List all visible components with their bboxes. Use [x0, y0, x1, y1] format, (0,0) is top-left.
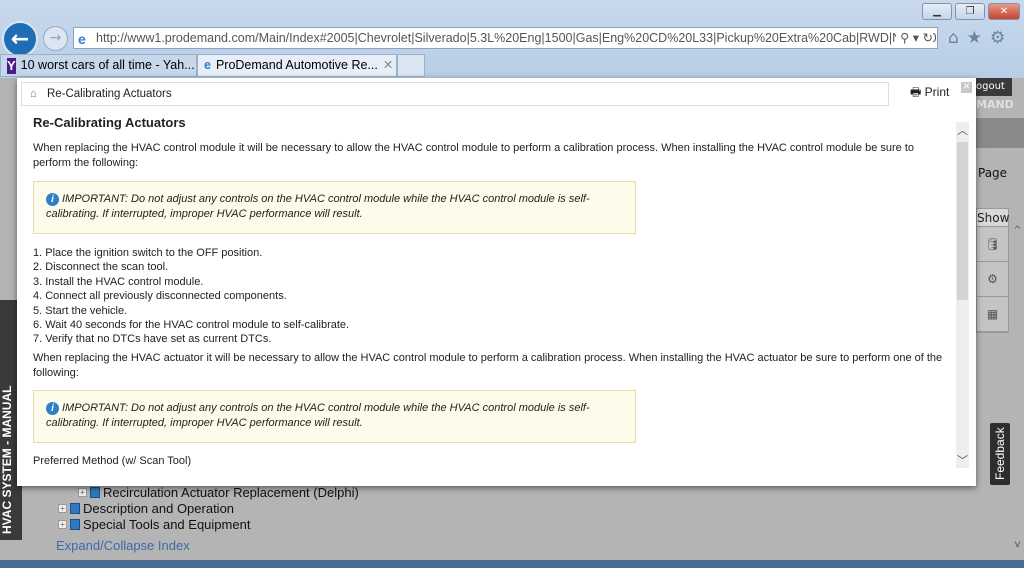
- scroll-down-icon[interactable]: ﹀: [956, 452, 969, 468]
- list-item: 2. Disconnect the scan tool.: [33, 261, 169, 274]
- minimize-button[interactable]: ▁: [922, 3, 952, 20]
- article-content: Re-Calibrating Actuators When replacing …: [33, 114, 957, 476]
- taskbar: [0, 560, 1024, 568]
- method-heading: Preferred Method (w/ Scan Tool): [33, 455, 192, 467]
- modal-scrollbar[interactable]: ︿ ﹀: [956, 122, 969, 468]
- home-icon[interactable]: ⌂: [948, 28, 959, 48]
- new-tab-button[interactable]: [397, 54, 425, 77]
- logout-link[interactable]: ogout: [976, 78, 1012, 96]
- header-band: [976, 118, 1024, 148]
- list-item: 5. Start the vehicle.: [33, 304, 128, 317]
- breadcrumb: ⌂ Re-Calibrating Actuators: [21, 82, 889, 106]
- printer-icon: 🖶: [910, 85, 922, 99]
- address-bar[interactable]: e http://www1.prodemand.com/Main/Index#2…: [73, 27, 938, 49]
- tree-item[interactable]: + Special Tools and Equipment: [58, 516, 359, 532]
- steps-list: 1. Place the ignition switch to the OFF …: [33, 246, 349, 347]
- close-window-button[interactable]: ✕: [988, 3, 1020, 20]
- list-item: 6. Wait 40 seconds for the HVAC control …: [33, 318, 350, 331]
- ie-icon: e: [78, 31, 86, 47]
- info-icon: i: [46, 402, 59, 415]
- brand-logo: MAND: [976, 98, 1014, 111]
- article-title: Re-Calibrating Actuators: [33, 115, 186, 130]
- scroll-thumb[interactable]: [957, 142, 968, 300]
- gear-icon[interactable]: ⚙: [990, 28, 1005, 48]
- article-modal: ⌂ Re-Calibrating Actuators 🖶 Print ✕ Re-C…: [17, 78, 976, 486]
- expand-collapse-link[interactable]: Expand/Collapse Index: [56, 538, 190, 553]
- book-icon: [90, 486, 100, 498]
- url-text: http://www1.prodemand.com/Main/Index#200…: [96, 31, 938, 45]
- close-tab-icon[interactable]: ✕: [383, 55, 393, 76]
- oil-can-icon[interactable]: 🛢: [977, 227, 1008, 262]
- list-item: 4. Connect all previously disconnected c…: [33, 290, 287, 303]
- back-button[interactable]: ←: [2, 21, 38, 57]
- tools-column: Show 🛢 ⚙ ▦: [976, 208, 1009, 333]
- paragraph: When replacing the HVAC actuator it will…: [33, 352, 943, 379]
- tree-item[interactable]: + Recirculation Actuator Replacement (Del…: [78, 484, 359, 500]
- show-button[interactable]: Show: [977, 209, 1009, 227]
- book-icon: [70, 518, 80, 530]
- yahoo-icon: Y: [7, 57, 16, 74]
- close-modal-button[interactable]: ✕: [961, 82, 972, 93]
- calculator-icon[interactable]: ▦: [977, 297, 1008, 332]
- refresh-icon[interactable]: ↻: [923, 31, 933, 45]
- important-note: i IMPORTANT: Do not adjust any controls o…: [33, 181, 636, 234]
- page-label: Page: [978, 166, 1008, 180]
- scroll-up-icon[interactable]: ︿: [956, 122, 969, 138]
- forward-button[interactable]: →: [43, 26, 68, 51]
- wheel-icon[interactable]: ⚙: [977, 262, 1008, 297]
- list-item: 3. Install the HVAC control module.: [33, 275, 204, 288]
- print-button[interactable]: 🖶 Print: [910, 83, 949, 104]
- restore-button[interactable]: ❐: [955, 3, 985, 20]
- page-scrollbar[interactable]: ^ v: [1011, 225, 1024, 550]
- info-icon: i: [46, 193, 59, 206]
- book-icon: [70, 502, 80, 514]
- ie-icon: e: [204, 58, 211, 72]
- dropdown-icon[interactable]: ▾: [913, 31, 919, 45]
- search-icon[interactable]: ⚲: [900, 31, 909, 45]
- tab-yahoo[interactable]: Y 10 worst cars of all time - Yah...: [0, 54, 197, 77]
- tab-prodemand[interactable]: e ProDemand Automotive Re... ✕: [197, 54, 397, 77]
- feedback-button[interactable]: Feedback: [990, 423, 1010, 485]
- paragraph: When replacing the HVAC control module i…: [33, 142, 915, 169]
- list-item: 1. Place the ignition switch to the OFF …: [33, 247, 263, 259]
- home-icon[interactable]: ⌂: [30, 88, 37, 100]
- favorites-star-icon[interactable]: ★: [967, 28, 982, 48]
- tree-item[interactable]: + Description and Operation: [58, 500, 359, 516]
- list-item: 7. Verify that no DTCs have set as curre…: [33, 333, 272, 346]
- important-note: i IMPORTANT: Do not adjust any controls o…: [33, 390, 636, 443]
- browser-chrome: ▁ ❐ ✕ ← → e http://www1.prodemand.com/Ma…: [0, 0, 1024, 78]
- index-tree: + Recirculation Actuator Replacement (Del…: [58, 484, 359, 532]
